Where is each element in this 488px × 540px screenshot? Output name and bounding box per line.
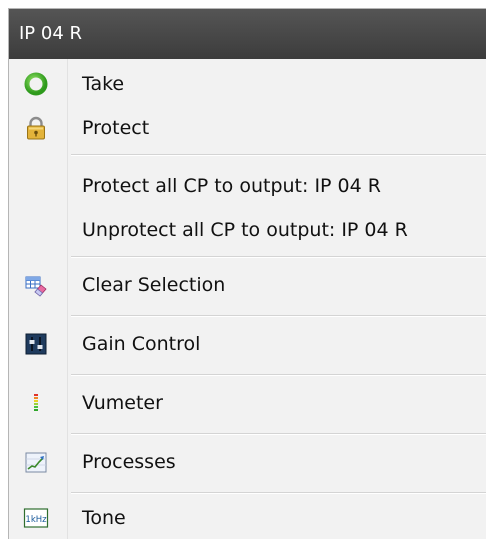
menu-item-label: Unprotect all CP to output: IP 04 R bbox=[82, 219, 408, 241]
menu-item-protect-all[interactable]: Protect all CP to output: IP 04 R bbox=[9, 164, 486, 208]
menu-item-unprotect-all[interactable]: Unprotect all CP to output: IP 04 R bbox=[9, 208, 486, 252]
menu-item-take[interactable]: Take bbox=[9, 62, 486, 106]
menu-separator bbox=[71, 154, 486, 156]
graph-icon bbox=[23, 449, 49, 475]
tone-1khz-icon: 1kHz bbox=[23, 505, 49, 531]
padlock-icon bbox=[23, 115, 49, 141]
menu-item-label: Gain Control bbox=[82, 333, 201, 355]
menu-item-label: Protect bbox=[82, 117, 150, 139]
menu-item-label: Take bbox=[82, 73, 125, 95]
menu-item-vumeter[interactable]: Vumeter bbox=[9, 381, 486, 425]
fader-icon bbox=[23, 331, 49, 357]
menu-separator bbox=[71, 256, 486, 258]
menu-item-label: Protect all CP to output: IP 04 R bbox=[82, 175, 381, 197]
vu-meter-icon bbox=[23, 390, 49, 416]
menu-item-label: Vumeter bbox=[82, 392, 163, 414]
tone-icon-text: 1kHz bbox=[25, 515, 47, 525]
menu-separator bbox=[71, 433, 486, 435]
menu-item-tone[interactable]: 1kHz Tone bbox=[9, 496, 486, 540]
menu-item-clear-selection[interactable]: Clear Selection bbox=[9, 263, 486, 307]
menu-item-gain-control[interactable]: Gain Control bbox=[9, 322, 486, 366]
menu-item-label: Tone bbox=[82, 507, 126, 529]
menu-separator bbox=[71, 315, 486, 317]
menu-item-label: Processes bbox=[82, 451, 176, 473]
menu-item-processes[interactable]: Processes bbox=[9, 440, 486, 484]
eraser-grid-icon bbox=[23, 272, 49, 298]
green-circle-icon bbox=[23, 71, 49, 97]
menu-item-protect[interactable]: Protect bbox=[9, 106, 486, 150]
menu-item-label: Clear Selection bbox=[82, 274, 226, 296]
menu-separator bbox=[71, 374, 486, 376]
menu-separator bbox=[71, 492, 486, 494]
context-menu: IP 04 R Take Protect Protect all CP to o… bbox=[8, 8, 486, 539]
menu-title: IP 04 R bbox=[9, 9, 486, 59]
